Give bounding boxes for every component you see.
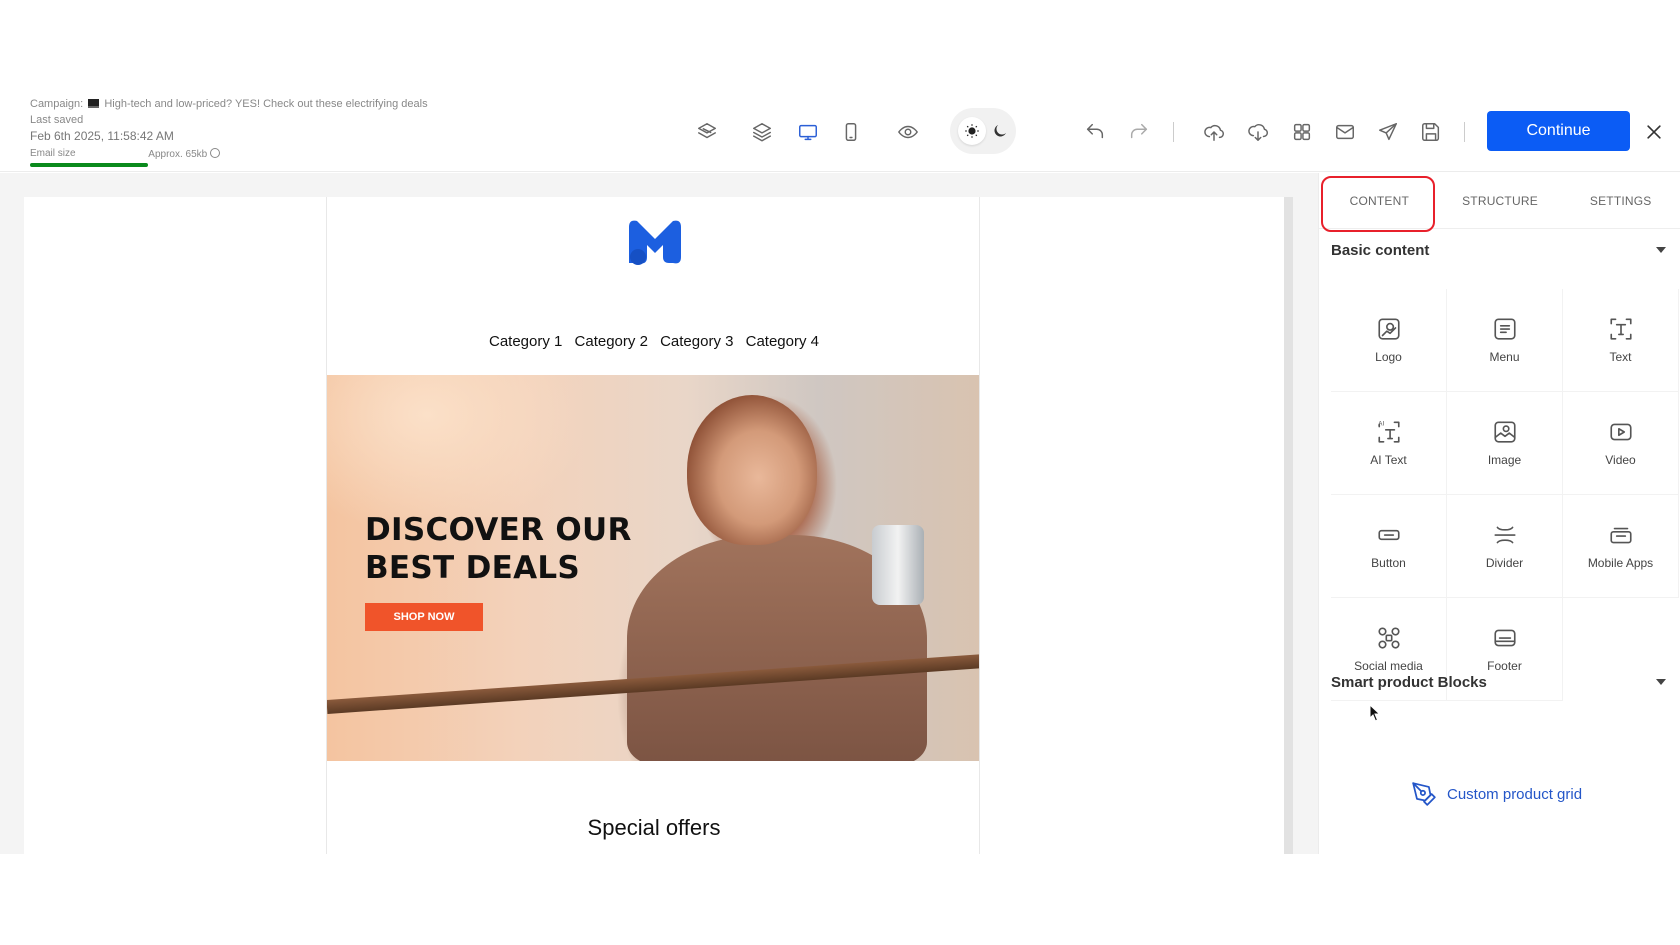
logo-icon — [1377, 318, 1400, 340]
close-icon[interactable] — [1640, 118, 1668, 146]
campaign-meta: Campaign: High-tech and low-priced? YES!… — [30, 96, 490, 144]
panel-tabs: CONTENT STRUCTURE SETTINGS — [1319, 173, 1680, 232]
email-category-menu[interactable]: Category 1 Category 2 Category 3 Categor… — [327, 333, 979, 350]
hero-photo-cup — [872, 525, 924, 605]
block-menu[interactable]: Menu — [1447, 289, 1563, 392]
info-icon[interactable] — [210, 148, 220, 158]
layers-stack-icon[interactable] — [693, 118, 721, 146]
laptop-emoji-icon — [88, 99, 100, 108]
email-nav-item[interactable]: Category 4 — [746, 333, 819, 350]
last-saved-label: Last saved — [30, 114, 84, 126]
block-button[interactable]: Button — [1331, 495, 1447, 598]
mail-icon[interactable] — [1331, 118, 1359, 146]
email-nav-item[interactable]: Category 1 — [489, 333, 562, 350]
email-size-bar — [30, 163, 148, 167]
moon-icon[interactable] — [986, 117, 1014, 145]
editor-canvas: Category 1 Category 2 Category 3 Categor… — [0, 173, 1318, 854]
email-editor-app: Campaign: High-tech and low-priced? YES!… — [0, 92, 1680, 854]
continue-button[interactable]: Continue — [1487, 111, 1630, 151]
ai-text-icon: AI — [1378, 421, 1400, 443]
tab-content[interactable]: CONTENT — [1319, 173, 1440, 232]
block-ai-text[interactable]: AI AI Text — [1331, 392, 1447, 495]
email-nav-item[interactable]: Category 3 — [660, 333, 733, 350]
mobile-apps-icon — [1609, 527, 1632, 544]
block-image[interactable]: Image — [1447, 392, 1563, 495]
tab-settings[interactable]: SETTINGS — [1560, 173, 1680, 229]
redo-icon[interactable] — [1125, 118, 1153, 146]
email-size: Email size Approx. 65kb — [30, 148, 220, 167]
block-divider[interactable]: Divider — [1447, 495, 1563, 598]
theme-toggle[interactable] — [950, 108, 1016, 154]
smart-product-blocks-title: Smart product Blocks — [1331, 673, 1487, 691]
undo-icon[interactable] — [1081, 118, 1109, 146]
chevron-down-icon[interactable] — [1656, 679, 1666, 685]
mobile-icon[interactable] — [837, 118, 865, 146]
download-icon[interactable] — [1244, 118, 1272, 146]
campaign-label: Campaign: — [30, 98, 84, 110]
hero-photo-face — [687, 395, 817, 545]
email-size-label: Email size — [30, 148, 76, 159]
brand-logo-icon[interactable] — [625, 217, 685, 267]
toolbar-divider — [1464, 122, 1465, 142]
canvas-scrollbar[interactable] — [1284, 197, 1293, 854]
text-icon — [1609, 318, 1632, 340]
custom-product-grid-link[interactable]: Custom product grid — [1411, 779, 1582, 809]
email-nav-item[interactable]: Category 2 — [575, 333, 648, 350]
send-icon[interactable] — [1374, 118, 1402, 146]
content-panel: CONTENT STRUCTURE SETTINGS Basic content… — [1318, 173, 1680, 854]
chevron-down-icon[interactable] — [1656, 247, 1666, 253]
preview-eye-icon[interactable] — [894, 118, 922, 146]
block-video[interactable]: Video — [1563, 392, 1679, 495]
mouse-cursor-icon — [1369, 704, 1381, 722]
pen-tool-icon — [1412, 782, 1436, 806]
block-mobile-apps[interactable]: Mobile Apps — [1563, 495, 1679, 598]
divider-icon — [1493, 526, 1516, 544]
basic-content-title: Basic content — [1331, 241, 1430, 259]
sun-icon[interactable] — [958, 117, 986, 145]
menu-icon — [1493, 318, 1516, 340]
svg-text:AI: AI — [1378, 421, 1384, 428]
save-icon[interactable] — [1417, 118, 1445, 146]
grid-icon[interactable] — [1288, 118, 1316, 146]
tab-structure[interactable]: STRUCTURE — [1440, 173, 1561, 229]
email-preview[interactable]: Category 1 Category 2 Category 3 Categor… — [326, 197, 980, 854]
image-icon — [1493, 421, 1516, 443]
video-icon — [1609, 423, 1632, 441]
shop-now-button[interactable]: SHOP NOW — [365, 603, 483, 631]
block-logo[interactable]: Logo — [1331, 289, 1447, 392]
upload-icon[interactable] — [1200, 118, 1228, 146]
basic-content-grid: Logo Menu Text AI AI Text Image Video Bu… — [1331, 289, 1679, 701]
hero-title: DISCOVER OUR BEST DEALS — [365, 512, 632, 586]
hero-banner[interactable]: DISCOVER OUR BEST DEALS SHOP NOW — [327, 375, 979, 761]
email-size-value: Approx. 65kb — [148, 148, 220, 160]
desktop-icon[interactable] — [794, 118, 822, 146]
layers-icon[interactable] — [748, 118, 776, 146]
campaign-name: High-tech and low-priced? YES! Check out… — [104, 98, 428, 110]
social-media-icon — [1377, 627, 1400, 649]
toolbar-divider — [1173, 122, 1174, 142]
special-offers-heading: Special offers — [587, 815, 721, 840]
top-toolbar: Campaign: High-tech and low-priced? YES!… — [0, 92, 1680, 172]
block-text[interactable]: Text — [1563, 289, 1679, 392]
last-saved-date: Feb 6th 2025, 11:58:42 AM — [30, 129, 174, 143]
smart-product-blocks-header[interactable]: Smart product Blocks — [1331, 670, 1666, 694]
basic-content-header[interactable]: Basic content — [1331, 238, 1666, 262]
button-icon — [1377, 529, 1400, 541]
campaign-line: Campaign: High-tech and low-priced? YES!… — [30, 96, 490, 112]
footer-icon — [1493, 629, 1516, 647]
